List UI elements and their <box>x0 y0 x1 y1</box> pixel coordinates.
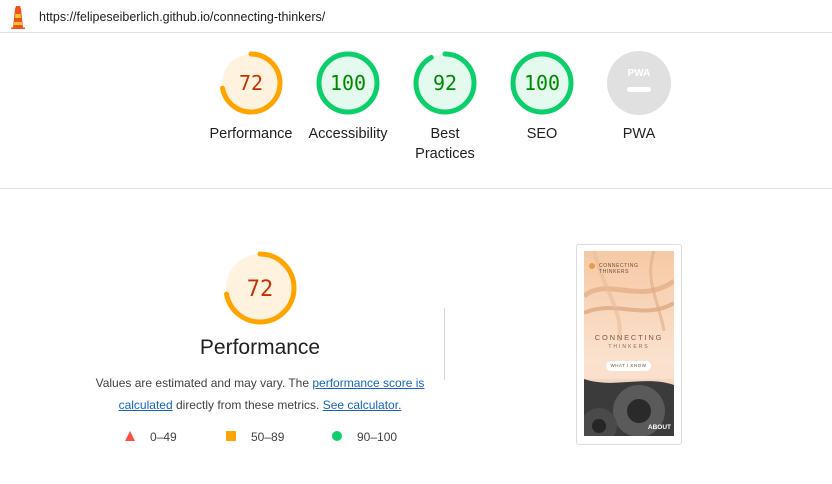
gauge-score: 92 <box>433 71 457 95</box>
pwa-badge-icon: PWA <box>607 51 671 115</box>
screenshot-button: WHAT I KNOW <box>606 361 651 371</box>
performance-gauge-large: 72 <box>223 251 297 325</box>
final-screenshot[interactable]: CONNECTING THINKERS CONNECTING THINKERS … <box>584 251 674 436</box>
report-url[interactable]: https://felipeseiberlich.github.io/conne… <box>39 10 325 24</box>
seo-gauge-ring: 100 <box>510 51 574 115</box>
screenshot-about: ABOUT <box>647 424 671 431</box>
best-practices-gauge-ring: 92 <box>413 51 477 115</box>
performance-score: 72 <box>247 277 274 302</box>
description-text: directly from these metrics. <box>172 398 323 412</box>
performance-title: Performance <box>199 336 321 359</box>
gauge-label: Best Practices <box>415 126 475 162</box>
performance-description: Values are estimated and may vary. The p… <box>92 372 428 416</box>
gauge-best-practices[interactable]: 92 Best Practices <box>393 50 497 164</box>
lighthouse-icon <box>11 6 25 29</box>
report-topbar: https://felipeseiberlich.github.io/conne… <box>0 0 832 33</box>
gauge-pwa[interactable]: PWA PWA <box>587 50 691 144</box>
gauge-label: SEO <box>526 126 558 142</box>
gauge-score: 100 <box>330 71 366 95</box>
gauge-label: Accessibility <box>308 126 388 142</box>
gauge-label: PWA <box>622 126 656 142</box>
section-divider <box>0 188 832 189</box>
gauge-performance[interactable]: 72 Performance <box>199 50 303 144</box>
screenshot-title: CONNECTING <box>594 333 664 342</box>
gauge-label: Performance <box>209 126 293 142</box>
description-text: Values are estimated and may vary. The <box>95 376 313 390</box>
legend-range: 90–100 <box>357 430 398 444</box>
performance-gauge-ring: 72 <box>219 51 283 115</box>
gauge-seo[interactable]: 100 SEO <box>490 50 594 144</box>
gauge-score: 100 <box>524 71 560 95</box>
see-calculator-link[interactable]: See calculator. <box>323 398 402 412</box>
screenshot-subtitle: THINKERS <box>608 344 650 350</box>
legend-range: 50–89 <box>251 430 285 444</box>
gauge-accessibility[interactable]: 100 Accessibility <box>296 50 400 144</box>
vertical-divider <box>444 308 445 380</box>
gauge-score: 72 <box>239 71 263 95</box>
screenshot-brand: CONNECTING THINKERS <box>599 263 639 275</box>
accessibility-gauge-ring: 100 <box>316 51 380 115</box>
triangle-icon <box>125 431 135 441</box>
circle-icon <box>332 431 342 441</box>
legend-range: 0–49 <box>150 430 177 444</box>
category-summary: 72 Performance 100 Accessibility 92 Best… <box>0 50 832 180</box>
brand-line: THINKERS <box>599 269 630 275</box>
square-icon <box>226 431 236 441</box>
pwa-badge-text: PWA <box>628 68 651 79</box>
